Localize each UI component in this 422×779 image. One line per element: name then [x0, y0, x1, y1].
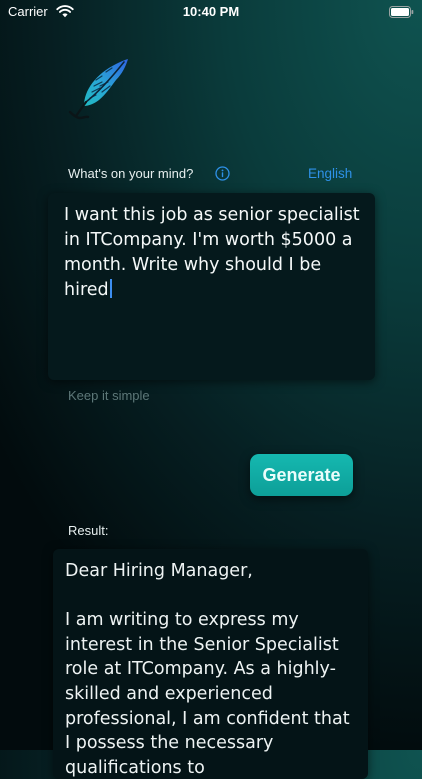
language-button[interactable]: English — [308, 166, 352, 181]
generate-button[interactable]: Generate — [250, 454, 353, 496]
prompt-text: I want this job as senior specialist in … — [64, 205, 360, 300]
info-icon[interactable] — [215, 166, 230, 181]
battery-icon — [389, 6, 414, 18]
result-text-area[interactable]: Dear Hiring Manager, I am writing to exp… — [53, 549, 368, 779]
feather-quill-icon — [68, 59, 128, 120]
text-caret — [109, 279, 112, 298]
result-label: Result: — [68, 523, 109, 538]
status-bar: Carrier 10:40 PM — [0, 0, 422, 24]
prompt-hint: Keep it simple — [68, 388, 150, 403]
result-greeting: Dear Hiring Manager, — [65, 561, 253, 581]
clock: 10:40 PM — [182, 4, 240, 19]
result-body: I am writing to express my interest in t… — [65, 610, 350, 778]
prompt-input[interactable]: I want this job as senior specialist in … — [48, 193, 375, 380]
prompt-label: What's on your mind? — [68, 166, 194, 181]
